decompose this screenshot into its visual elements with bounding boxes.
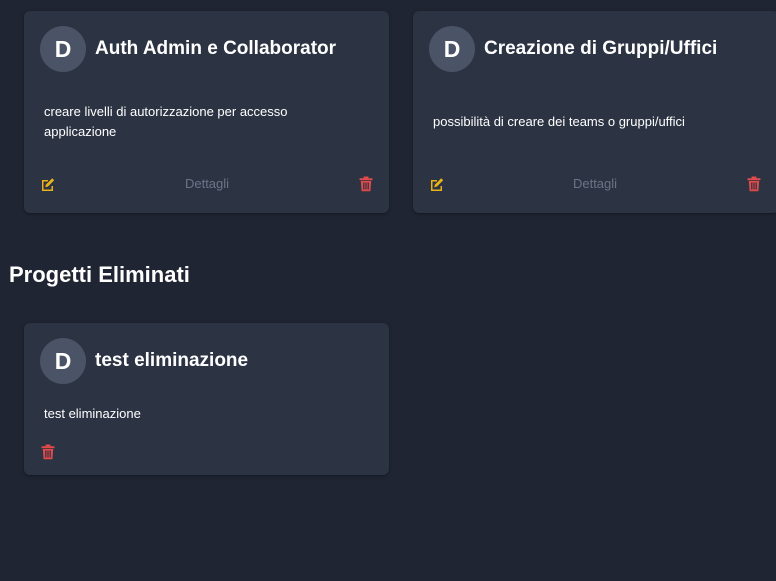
avatar: D: [40, 338, 86, 384]
trash-icon: [747, 176, 761, 192]
trash-icon: [359, 176, 373, 192]
project-title: test eliminazione: [95, 350, 249, 371]
details-link[interactable]: Dettagli: [573, 176, 617, 191]
avatar: D: [40, 26, 86, 72]
projects-page: D Auth Admin e Collaborator creare livel…: [0, 0, 776, 581]
project-description: possibilità di creare dei teams o gruppi…: [433, 114, 685, 129]
card-header: D test eliminazione: [40, 338, 248, 384]
trash-icon: [41, 444, 55, 460]
details-link[interactable]: Dettagli: [185, 176, 229, 191]
project-card: D Auth Admin e Collaborator creare livel…: [24, 11, 389, 213]
project-title: Auth Admin e Collaborator: [95, 38, 337, 59]
edit-button[interactable]: [428, 174, 446, 194]
delete-button[interactable]: [39, 442, 57, 462]
card-header: D Auth Admin e Collaborator: [40, 26, 336, 72]
card-header: D Creazione di Gruppi/Uffici: [429, 26, 717, 72]
deleted-project-card: D test eliminazione test eliminazione: [24, 323, 389, 475]
delete-button[interactable]: [357, 174, 375, 194]
card-footer: Dettagli: [413, 174, 776, 196]
delete-button[interactable]: [745, 174, 763, 194]
edit-icon: [431, 177, 444, 191]
avatar: D: [429, 26, 475, 72]
project-description: creare livelli di autorizzazione per acc…: [44, 104, 288, 139]
project-title: Creazione di Gruppi/Uffici: [484, 38, 718, 59]
project-card: D Creazione di Gruppi/Uffici possibilità…: [413, 11, 776, 213]
edit-button[interactable]: [39, 174, 57, 194]
card-footer: Dettagli: [24, 174, 389, 196]
deleted-projects-heading: Progetti Eliminati: [9, 262, 190, 287]
edit-icon: [42, 177, 55, 191]
project-description: test eliminazione: [44, 406, 141, 421]
card-footer: [24, 442, 389, 464]
